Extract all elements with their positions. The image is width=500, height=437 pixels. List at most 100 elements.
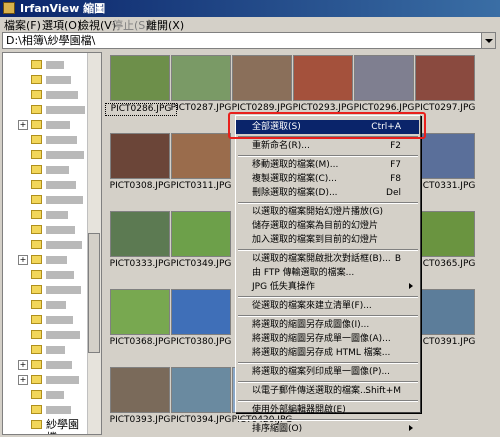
thumbnail-item[interactable]: PICT0368.JPG bbox=[109, 289, 171, 347]
context-menu-item[interactable]: 排序縮圖(O) bbox=[236, 422, 419, 436]
context-menu-item[interactable]: 由 FTP 傳輸選取的檔案... bbox=[236, 266, 419, 280]
folder-tree-item[interactable] bbox=[3, 327, 89, 342]
path-combobox[interactable]: D:\相簿\紗學園檔\ bbox=[2, 32, 496, 49]
thumbnail-item[interactable]: PICT0394.JPG bbox=[170, 367, 232, 425]
context-menu-item[interactable]: 以電子郵件傳送選取的檔案... Shift+M bbox=[236, 384, 419, 398]
thumbnail-item[interactable]: PICT0349.JPG bbox=[170, 211, 232, 269]
thumbnail-image[interactable] bbox=[415, 289, 475, 335]
thumbnail-image[interactable] bbox=[110, 367, 170, 413]
expand-plus-icon[interactable]: + bbox=[18, 120, 28, 130]
context-menu-item[interactable]: 移動選取的檔案(M)... F7 bbox=[236, 158, 419, 172]
context-menu-item[interactable]: 儲存選取的檔案為目前的幻燈片 bbox=[236, 219, 419, 233]
context-menu-item[interactable]: 重新命名(R)... F2 bbox=[236, 139, 419, 153]
context-menu-item[interactable]: 加入選取的檔案到目前的幻燈片 bbox=[236, 233, 419, 247]
thumbnail-item[interactable]: PICT0308.JPG bbox=[109, 133, 171, 191]
folder-tree-item[interactable]: + bbox=[3, 117, 89, 132]
thumbnail-image[interactable] bbox=[415, 133, 475, 179]
thumbnail-image[interactable] bbox=[232, 55, 292, 101]
folder-tree-item[interactable] bbox=[3, 147, 89, 162]
folder-tree-item[interactable] bbox=[3, 102, 89, 117]
expand-plus-icon[interactable]: + bbox=[18, 375, 28, 385]
folder-tree-item[interactable] bbox=[3, 132, 89, 147]
thumbnail-item[interactable]: PICT0380.JPG bbox=[170, 289, 232, 347]
tree-scrollbar[interactable] bbox=[87, 53, 101, 434]
folder-tree-item[interactable] bbox=[3, 342, 89, 357]
context-menu-item[interactable]: 使用外部編輯器開啟(E) bbox=[236, 403, 419, 417]
thumbnail-item[interactable]: PICT0297.JPG bbox=[414, 55, 476, 113]
thumbnail-image[interactable] bbox=[171, 367, 231, 413]
folder-icon bbox=[31, 405, 42, 414]
thumbnail-item[interactable]: PICT0331.JPG bbox=[414, 133, 476, 191]
thumbnail-image[interactable] bbox=[171, 289, 231, 335]
folder-tree-item[interactable] bbox=[3, 402, 89, 417]
thumbnail-item[interactable]: PICT0365.JPG bbox=[414, 211, 476, 269]
thumbnail-item[interactable]: PICT0393.JPG bbox=[109, 367, 171, 425]
context-menu-item[interactable]: 複製選取的檔案(C)... F8 bbox=[236, 172, 419, 186]
thumbnail-image[interactable] bbox=[354, 55, 414, 101]
thumbnail-image[interactable] bbox=[293, 55, 353, 101]
chevron-down-icon[interactable] bbox=[481, 33, 495, 48]
menu-item-label: 將選取的檔案列印成單一圖像(P)... bbox=[252, 367, 391, 377]
folder-tree-item[interactable] bbox=[3, 312, 89, 327]
folder-tree-item[interactable] bbox=[3, 162, 89, 177]
tree-scrollbar-thumb[interactable] bbox=[88, 233, 100, 353]
folder-tree-item[interactable]: + bbox=[3, 357, 89, 372]
thumbnail-item[interactable]: PICT0391.JPG bbox=[414, 289, 476, 347]
folder-tree-item[interactable] bbox=[3, 192, 89, 207]
thumbnail-item[interactable]: PICT0289.JPG bbox=[231, 55, 293, 113]
thumbnail-image[interactable] bbox=[171, 55, 231, 101]
folder-tree-item[interactable] bbox=[3, 177, 89, 192]
folder-tree-item[interactable] bbox=[3, 72, 89, 87]
folder-tree-item[interactable]: 紗學園檔 bbox=[3, 417, 89, 434]
thumbnail-image[interactable] bbox=[415, 55, 475, 101]
folder-tree[interactable]: + + + + 紗學園檔 bbox=[2, 52, 102, 435]
folder-tree-item[interactable] bbox=[3, 87, 89, 102]
folder-tree-item[interactable] bbox=[3, 57, 89, 72]
expand-plus-icon[interactable]: + bbox=[18, 255, 28, 265]
menu-item-shortcut: Shift+M bbox=[365, 386, 401, 396]
context-menu-item[interactable]: 以選取的檔案開啟批次對話框(B)... B bbox=[236, 252, 419, 266]
context-menu-item[interactable]: 將選取的檔案列印成單一圖像(P)... bbox=[236, 365, 419, 379]
thumbnail-filename: PICT0394.JPG bbox=[170, 415, 232, 425]
folder-tree-item[interactable] bbox=[3, 387, 89, 402]
menu-options[interactable]: 選項(O) bbox=[42, 19, 81, 32]
thumbnail-image[interactable] bbox=[110, 289, 170, 335]
context-menu-item[interactable]: JPG 低失真操作 bbox=[236, 280, 419, 294]
folder-tree-item[interactable] bbox=[3, 267, 89, 282]
thumbnail-item[interactable]: PICT0293.JPG bbox=[292, 55, 354, 113]
folder-tree-item[interactable] bbox=[3, 282, 89, 297]
thumbnail-image[interactable] bbox=[415, 211, 475, 257]
context-menu-item[interactable]: 從選取的檔案來建立清單(F)... bbox=[236, 299, 419, 313]
thumbnail-item[interactable]: PICT0296.JPG bbox=[353, 55, 415, 113]
folder-tree-item[interactable] bbox=[3, 237, 89, 252]
context-menu-item[interactable]: 刪除選取的檔案(D)... Del bbox=[236, 186, 419, 200]
thumbnail-item[interactable]: PICT0287.JPG bbox=[170, 55, 232, 113]
thumbnail-image[interactable] bbox=[171, 211, 231, 257]
blurred-folder-label bbox=[46, 91, 78, 99]
context-menu-item[interactable]: 將選取的縮圖另存成圖像(I)... bbox=[236, 318, 419, 332]
thumbnail-image[interactable] bbox=[416, 367, 474, 411]
thumbnail-image[interactable] bbox=[110, 211, 170, 257]
menu-stop[interactable]: 停止(S) bbox=[112, 19, 150, 32]
thumbnail-image[interactable] bbox=[110, 55, 170, 101]
context-menu-item[interactable]: 將選取的縮圖另存成 HTML 檔案... bbox=[236, 346, 419, 360]
folder-tree-item[interactable]: + bbox=[3, 372, 89, 387]
menu-exit[interactable]: 離開(X) bbox=[146, 19, 184, 32]
folder-tree-item[interactable] bbox=[3, 297, 89, 312]
thumbnail-item[interactable]: PICT0333.JPG bbox=[109, 211, 171, 269]
folder-tree-item[interactable] bbox=[3, 222, 89, 237]
expand-plus-icon[interactable]: + bbox=[18, 360, 28, 370]
folder-tree-item[interactable]: + bbox=[3, 252, 89, 267]
thumbnail-image[interactable] bbox=[171, 133, 231, 179]
folder-icon bbox=[31, 210, 42, 219]
thumbnail-item[interactable] bbox=[414, 367, 476, 411]
menu-view[interactable]: 檢視(V) bbox=[78, 19, 116, 32]
menu-file[interactable]: 檔案(F) bbox=[4, 19, 41, 32]
thumbnail-filename: PICT0333.JPG bbox=[109, 259, 171, 269]
folder-tree-item[interactable] bbox=[3, 207, 89, 222]
context-menu-item[interactable]: 以選取的檔案開始幻燈片播放(G) bbox=[236, 205, 419, 219]
thumbnail-item[interactable]: PICT0286.JPG bbox=[105, 55, 177, 116]
thumbnail-item[interactable]: PICT0311.JPG bbox=[170, 133, 232, 191]
context-menu-item[interactable]: 將選取的縮圖另存成單一圖像(A)... bbox=[236, 332, 419, 346]
thumbnail-image[interactable] bbox=[110, 133, 170, 179]
